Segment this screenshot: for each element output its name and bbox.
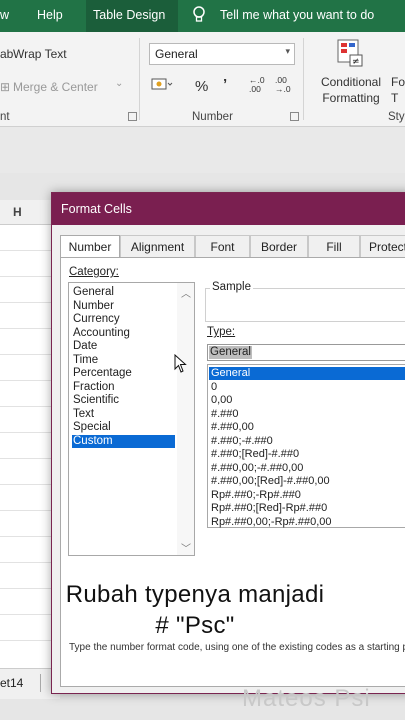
format-item[interactable]: #.##0,00;-#.##0,00 — [209, 462, 405, 475]
mouse-cursor-icon — [174, 353, 188, 377]
tell-me-search[interactable]: Tell me what you want to do — [220, 8, 374, 22]
scroll-down-icon[interactable]: ﹀ — [181, 540, 191, 555]
alignment-launcher-icon[interactable] — [128, 112, 137, 121]
sample-label: Sample — [210, 281, 253, 293]
formula-area — [0, 127, 405, 173]
tab-fill[interactable]: Fill — [308, 235, 360, 257]
group-separator — [139, 38, 140, 120]
category-label: Category: — [69, 266, 119, 278]
category-item-date[interactable]: Date — [72, 340, 175, 353]
comma-style-button[interactable]: ’ — [223, 76, 227, 93]
percent-style-button[interactable]: % — [195, 78, 208, 95]
tab-protection[interactable]: Protect — [360, 235, 405, 257]
category-item-time[interactable]: Time — [72, 354, 175, 367]
decrease-decimal-button[interactable]: .00 →.0 — [275, 76, 295, 94]
format-item[interactable]: 0,00 — [209, 394, 405, 407]
chevron-down-icon: ▾ — [285, 46, 290, 56]
column-h-header[interactable]: H — [13, 205, 22, 219]
caption-line-2: # "Psc" — [155, 612, 235, 639]
format-as-table-button[interactable]: Fo T — [391, 74, 405, 106]
ribbon-body: ab Wrap Text ⊞ Merge & Center ⌄ nt Gener… — [0, 32, 405, 127]
type-label: Type: — [207, 326, 236, 338]
category-list[interactable]: General Number Currency Accounting Date … — [68, 282, 195, 556]
number-launcher-icon[interactable] — [290, 112, 299, 121]
svg-text:≠: ≠ — [352, 57, 360, 67]
conditional-formatting-icon: ≠ — [336, 38, 364, 71]
type-input[interactable]: General — [207, 344, 405, 361]
tab-view[interactable]: w — [0, 8, 9, 22]
merge-icon: ⊞ — [0, 80, 11, 94]
accounting-format-icon[interactable] — [151, 77, 173, 96]
tab-alignment[interactable]: Alignment — [120, 235, 195, 257]
category-item-currency[interactable]: Currency — [72, 313, 175, 326]
number-format-dropdown[interactable]: General ▾ — [149, 43, 295, 65]
category-item-text[interactable]: Text — [72, 408, 175, 421]
category-item-special[interactable]: Special — [72, 421, 175, 434]
increase-decimal-button[interactable]: ←.0 .00 — [249, 76, 269, 94]
format-hint-text: Type the number format code, using one o… — [69, 642, 405, 653]
category-item-number[interactable]: Number — [72, 300, 175, 313]
category-item-general[interactable]: General — [72, 286, 175, 299]
format-item[interactable]: #.##0;[Red]-#.##0 — [209, 448, 405, 461]
format-item[interactable]: 0 — [209, 381, 405, 394]
format-item[interactable]: #.##0,00;[Red]-#.##0,00 — [209, 475, 405, 488]
format-item[interactable]: #.##0 — [209, 408, 405, 421]
type-input-value: General — [209, 346, 252, 359]
lightbulb-icon — [192, 6, 206, 27]
scroll-up-icon[interactable]: ︿ — [181, 285, 191, 300]
category-item-percentage[interactable]: Percentage — [72, 367, 175, 380]
watermark: Mateos Psi — [242, 685, 371, 712]
wrap-text-icon: ab — [0, 47, 14, 61]
caption-line-1: Rubah typenya manjadi — [65, 581, 325, 608]
alignment-group-label: nt — [0, 111, 10, 123]
tab-number[interactable]: Number — [60, 235, 120, 258]
format-code-list[interactable]: General 0 0,00 #.##0 #.##0,00 #.##0;-#.#… — [207, 364, 405, 528]
tab-font[interactable]: Font — [195, 235, 250, 257]
dialog-title: Format Cells — [61, 202, 132, 216]
category-item-accounting[interactable]: Accounting — [72, 327, 175, 340]
wrap-text-button[interactable]: Wrap Text — [13, 47, 67, 61]
category-item-fraction[interactable]: Fraction — [72, 381, 175, 394]
format-item[interactable]: Rp#.##0;-Rp#.##0 — [209, 489, 405, 502]
tab-border[interactable]: Border — [250, 235, 308, 257]
format-item[interactable]: Rp#.##0;[Red]-Rp#.##0 — [209, 502, 405, 515]
ribbon-tab-bar: w Help Table Design Tell me what you wan… — [0, 0, 405, 32]
sheet-tab[interactable]: et14 — [0, 676, 23, 690]
dialog-tabs: Number Alignment Font Border Fill Protec… — [60, 235, 405, 258]
format-item[interactable]: #.##0,00 — [209, 421, 405, 434]
category-scrollbar[interactable]: ︿ ﹀ — [177, 283, 194, 555]
format-item[interactable]: General — [209, 367, 405, 380]
number-group-label: Number — [192, 111, 233, 123]
category-item-scientific[interactable]: Scientific — [72, 394, 175, 407]
format-item[interactable]: Rp#.##0,00;-Rp#.##0,00 — [209, 516, 405, 529]
styles-group-label: Sty — [388, 111, 405, 123]
sample-box: Sample — [205, 281, 405, 322]
group-separator — [303, 38, 304, 120]
merge-dropdown-icon[interactable]: ⌄ — [115, 78, 123, 89]
merge-center-button[interactable]: Merge & Center — [13, 80, 98, 94]
format-item[interactable]: #.##0;-#.##0 — [209, 435, 405, 448]
category-item-custom[interactable]: Custom — [72, 434, 175, 448]
tab-help[interactable]: Help — [37, 8, 63, 22]
number-format-value: General — [155, 47, 198, 61]
dialog-title-bar[interactable]: Format Cells — [52, 193, 405, 225]
tab-divider — [40, 674, 41, 692]
tab-table-design[interactable]: Table Design — [93, 8, 165, 22]
conditional-formatting-button[interactable]: Conditional Formatting — [313, 74, 389, 106]
